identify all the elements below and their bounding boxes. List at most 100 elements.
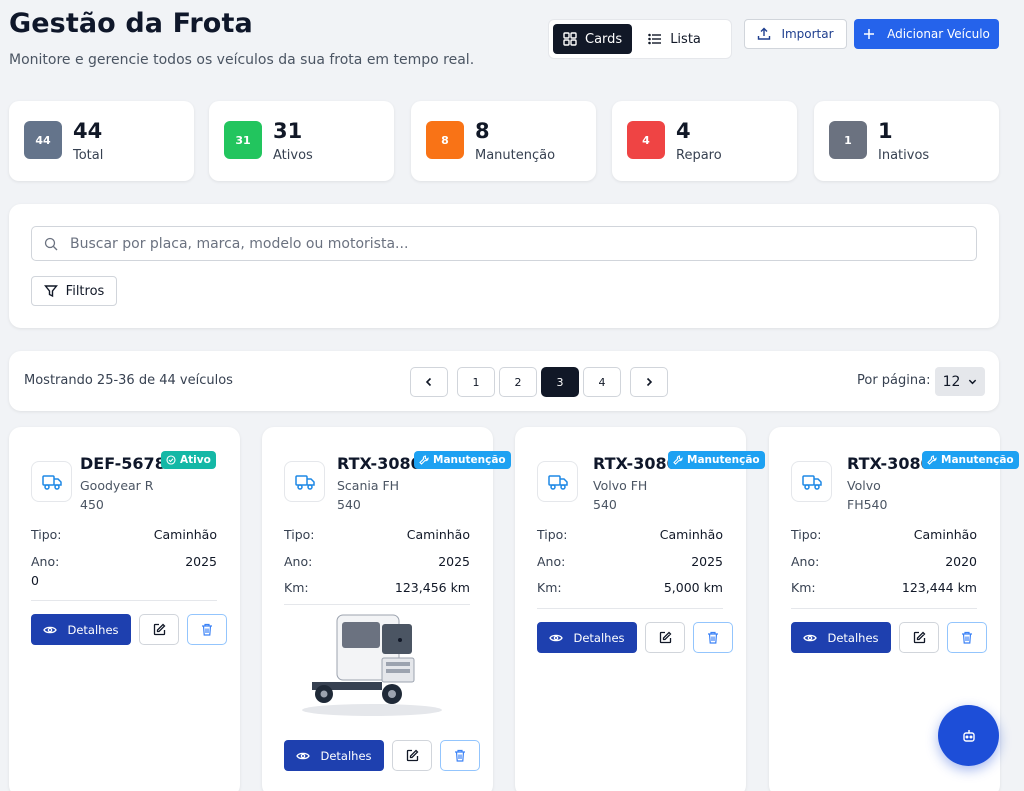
ano-value: 2025	[185, 554, 217, 569]
vehicle-model: 450	[80, 497, 104, 512]
stat-card-maintenance: 8 8 Manutenção	[411, 101, 596, 181]
vehicle-card: DEF-5678 Ativo Goodyear R 450 Tipo: Camin…	[9, 427, 240, 791]
results-count: Mostrando 25-36 de 44 veículos	[24, 373, 233, 388]
view-list-label: Lista	[670, 31, 701, 47]
chevron-left-icon	[425, 377, 432, 387]
vehicle-model: 540	[593, 497, 617, 512]
tipo-value: Caminhão	[659, 527, 723, 542]
truck-icon	[284, 461, 325, 502]
search-input[interactable]: Buscar por placa, marca, modelo ou motor…	[31, 226, 977, 261]
delete-button[interactable]	[693, 622, 733, 653]
edit-icon	[913, 631, 925, 644]
filters-button[interactable]: Filtros	[31, 276, 117, 306]
view-cards-label: Cards	[585, 31, 623, 47]
km-value: 123,456 km	[394, 580, 470, 595]
vehicle-plate: RTX-3080	[337, 454, 422, 473]
page-button-2[interactable]: 2	[499, 367, 537, 397]
eye-icon	[296, 752, 311, 759]
view-list-button[interactable]: Lista	[638, 24, 711, 54]
page-button-1[interactable]: 1	[457, 367, 495, 397]
plus-icon	[864, 29, 875, 39]
view-cards-button[interactable]: Cards	[553, 24, 633, 54]
stat-card-inactive: 1 1 Inativos	[814, 101, 999, 181]
trash-icon	[202, 623, 212, 636]
list-icon	[648, 33, 662, 45]
stat-badge: 44	[24, 121, 62, 159]
km-label: Km:	[284, 580, 309, 595]
next-page-button[interactable]	[630, 367, 668, 397]
details-label: Detalhes	[67, 622, 119, 637]
trash-icon	[962, 631, 972, 644]
chevron-down-icon	[969, 379, 977, 385]
delete-button[interactable]	[187, 614, 227, 645]
ano-value: 2025	[438, 554, 470, 569]
details-button[interactable]: Detalhes	[284, 740, 384, 771]
stat-label: Manutenção	[475, 148, 556, 163]
vehicle-plate: DEF-5678	[80, 454, 166, 473]
divider	[537, 608, 723, 609]
eye-icon	[803, 634, 818, 641]
page-button-4[interactable]: 4	[583, 367, 621, 397]
details-label: Detalhes	[573, 630, 625, 645]
vehicle-card: RTX-3080 Manutenção Scania FH 540 Tipo: C…	[262, 427, 511, 791]
vehicle-brand: Volvo	[847, 478, 881, 493]
stat-value: 31	[273, 119, 303, 143]
vehicle-brand: Scania FH	[337, 478, 400, 493]
ano-label: Ano:	[537, 554, 566, 569]
delete-button[interactable]	[440, 740, 480, 771]
assistant-fab-button[interactable]	[938, 705, 999, 766]
details-button[interactable]: Detalhes	[31, 614, 131, 645]
stat-value: 44	[73, 119, 103, 143]
status-label: Manutenção	[687, 454, 760, 466]
search-panel: Buscar por placa, marca, modelo ou motor…	[9, 204, 999, 328]
status-badge: Manutenção	[922, 451, 1019, 469]
divider	[791, 608, 977, 609]
km-value: 123,444 km	[901, 580, 977, 595]
vehicle-plate: RTX-3080	[847, 454, 932, 473]
trash-icon	[708, 631, 718, 644]
tipo-label: Tipo:	[537, 527, 568, 542]
details-button[interactable]: Detalhes	[791, 622, 891, 653]
details-label: Detalhes	[827, 630, 879, 645]
stat-label: Ativos	[273, 148, 313, 163]
delete-button[interactable]	[947, 622, 987, 653]
add-vehicle-label: Adicionar Veículo	[887, 27, 990, 41]
upload-icon	[758, 27, 771, 40]
km-label: Km:	[791, 580, 816, 595]
import-button[interactable]: Importar	[744, 19, 847, 49]
vehicle-photo	[282, 610, 442, 720]
edit-button[interactable]	[645, 622, 685, 653]
import-label: Importar	[781, 27, 834, 41]
edit-button[interactable]	[392, 740, 432, 771]
edit-button[interactable]	[899, 622, 939, 653]
per-page-select[interactable]: 12	[935, 367, 985, 396]
view-toggle: Cards Lista	[548, 19, 732, 59]
filter-icon	[43, 285, 58, 298]
per-page-value: 12	[942, 373, 961, 390]
tipo-label: Tipo:	[284, 527, 315, 542]
details-button[interactable]: Detalhes	[537, 622, 637, 653]
ano-value: 2025	[691, 554, 723, 569]
filters-label: Filtros	[65, 283, 105, 299]
edit-button[interactable]	[139, 614, 179, 645]
wrench-icon	[673, 455, 683, 465]
km-label: Km:	[537, 580, 562, 595]
vehicle-plate: RTX-3080	[593, 454, 678, 473]
status-label: Manutenção	[433, 454, 506, 466]
stat-card-repair: 4 4 Reparo	[612, 101, 797, 181]
page-button-3[interactable]: 3	[541, 367, 579, 397]
stat-label: Total	[73, 148, 104, 163]
status-label: Manutenção	[941, 454, 1014, 466]
prev-page-button[interactable]	[410, 367, 448, 397]
edit-icon	[406, 749, 418, 762]
status-label: Ativo	[180, 454, 211, 466]
search-icon	[44, 237, 58, 250]
search-placeholder: Buscar por placa, marca, modelo ou motor…	[70, 235, 409, 252]
edit-icon	[153, 623, 165, 636]
check-circle-icon	[166, 455, 176, 465]
vehicle-model: FH540	[847, 497, 888, 512]
stat-badge: 8	[426, 121, 464, 159]
stat-badge: 1	[829, 121, 867, 159]
add-vehicle-button[interactable]: Adicionar Veículo	[854, 19, 999, 49]
tipo-label: Tipo:	[31, 527, 62, 542]
